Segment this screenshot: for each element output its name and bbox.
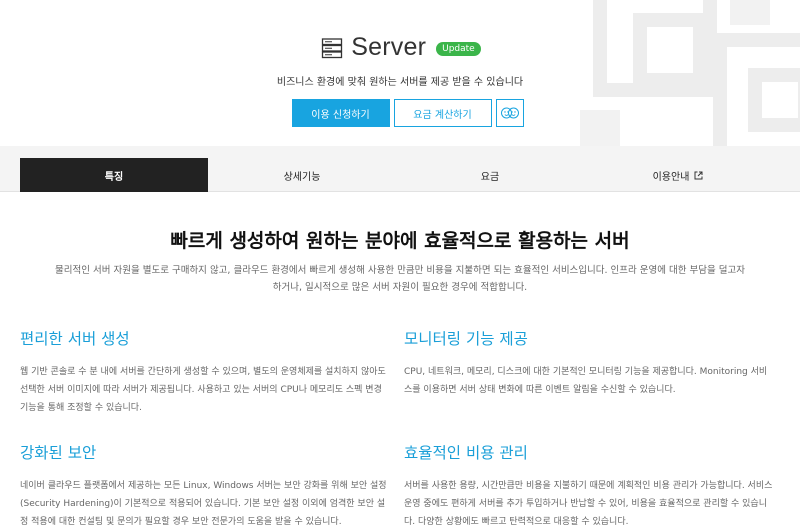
chat-face-icon: [500, 107, 519, 119]
section-description: 물리적인 서버 자원을 별도로 구매하지 않고, 클라우드 환경에서 빠르게 생…: [55, 265, 745, 293]
feature-security: 강화된 보안 네이버 클라우드 플랫폼에서 제공하는 모든 Linux, Win…: [20, 441, 390, 530]
chat-button[interactable]: [495, 99, 524, 127]
tab-bar: 특징 상세기능 요금 이용안내: [0, 146, 800, 192]
tab-details[interactable]: 상세기능: [208, 158, 396, 192]
feature-title: 강화된 보안: [20, 444, 97, 462]
feature-cost-management: 효율적인 비용 관리 서버를 사용한 용량, 시간만큼만 비용을 지불하기 때문…: [404, 441, 774, 530]
external-link-icon: [694, 171, 703, 179]
feature-monitoring: 모니터링 기능 제공 CPU, 네트워크, 메모리, 디스크에 대한 기본적인 …: [404, 327, 774, 399]
hero-button-group: 이용 신청하기 요금 계산하기: [0, 99, 800, 127]
feature-text: 네이버 클라우드 플랫폼에서 제공하는 모든 Linux, Windows 서버…: [20, 481, 387, 527]
section-title: 빠르게 생성하여 원하는 분야에 효율적으로 활용하는 서버: [170, 230, 630, 252]
tab-label: 이용안내: [652, 171, 690, 183]
tab-label: 상세기능: [283, 171, 321, 183]
page-title: Server: [351, 33, 427, 61]
feature-text: CPU, 네트워크, 메모리, 디스크에 대한 기본적인 모니터링 기능을 제공…: [404, 367, 768, 395]
hero-subtitle: 비즈니스 환경에 맞춰 원하는 서버를 제공 받을 수 있습니다: [276, 77, 524, 88]
tab-pricing[interactable]: 요금: [396, 158, 584, 192]
price-calculator-button[interactable]: 요금 계산하기: [393, 99, 492, 127]
apply-button[interactable]: 이용 신청하기: [291, 99, 390, 127]
tab-label: 요금: [480, 171, 500, 183]
feature-text: 서버를 사용한 용량, 시간만큼만 비용을 지불하기 때문에 계획적인 비용 관…: [404, 481, 773, 527]
hero-title-row: Server Update: [0, 33, 800, 62]
server-icon: [322, 37, 343, 58]
feature-title: 효율적인 비용 관리: [404, 444, 528, 462]
feature-title: 편리한 서버 생성: [20, 330, 130, 348]
tabs: 특징 상세기능 요금 이용안내: [20, 158, 796, 192]
hero-section: Server Update 비즈니스 환경에 맞춰 원하는 서버를 제공 받을 …: [0, 0, 800, 146]
feature-easy-creation: 편리한 서버 생성 웹 기반 콘솔로 수 분 내에 서버를 간단하게 생성할 수…: [20, 327, 390, 417]
tab-features[interactable]: 특징: [20, 158, 208, 192]
feature-text: 웹 기반 콘솔로 수 분 내에 서버를 간단하게 생성할 수 있으며, 별도의 …: [20, 367, 386, 413]
feature-title: 모니터링 기능 제공: [404, 330, 528, 348]
tab-label: 특징: [104, 171, 124, 183]
update-badge: Update: [436, 41, 481, 56]
tab-usage-guide[interactable]: 이용안내: [584, 158, 772, 192]
